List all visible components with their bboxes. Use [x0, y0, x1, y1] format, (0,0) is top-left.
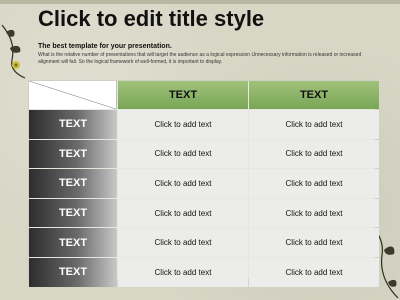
- description-text: What is the relative number of presentat…: [38, 52, 362, 65]
- row-header[interactable]: TEXT: [29, 139, 117, 169]
- table-cell[interactable]: Click to add text: [249, 198, 379, 228]
- table-cell[interactable]: Click to add text: [118, 110, 248, 139]
- table-corner-cell: [29, 81, 117, 109]
- row-header[interactable]: TEXT: [29, 198, 117, 228]
- table-cell[interactable]: Click to add text: [118, 169, 248, 198]
- row-header[interactable]: TEXT: [29, 228, 117, 257]
- column-header[interactable]: TEXT: [249, 81, 379, 109]
- table-cell[interactable]: Click to add text: [249, 110, 379, 139]
- floral-ornament-icon: [1, 24, 26, 79]
- table-cell[interactable]: Click to add text: [249, 228, 379, 257]
- row-header[interactable]: TEXT: [29, 169, 117, 198]
- table-cell[interactable]: Click to add text: [249, 139, 379, 169]
- content-table: TEXT TEXT TEXT Click to add text Click t…: [28, 80, 379, 287]
- row-header[interactable]: TEXT: [29, 257, 117, 287]
- slide: Click to edit title style The best templ…: [0, 0, 400, 300]
- column-header[interactable]: TEXT: [118, 81, 248, 109]
- row-header[interactable]: TEXT: [29, 110, 117, 139]
- table-cell[interactable]: Click to add text: [249, 169, 379, 198]
- table-cell[interactable]: Click to add text: [249, 257, 379, 287]
- subtitle: The best template for your presentation.: [38, 43, 172, 50]
- page-title[interactable]: Click to edit title style: [38, 6, 264, 32]
- table-cell[interactable]: Click to add text: [118, 257, 248, 287]
- top-bar: [0, 0, 400, 4]
- table-cell[interactable]: Click to add text: [118, 198, 248, 228]
- table-cell[interactable]: Click to add text: [118, 139, 248, 169]
- table-cell[interactable]: Click to add text: [118, 228, 248, 257]
